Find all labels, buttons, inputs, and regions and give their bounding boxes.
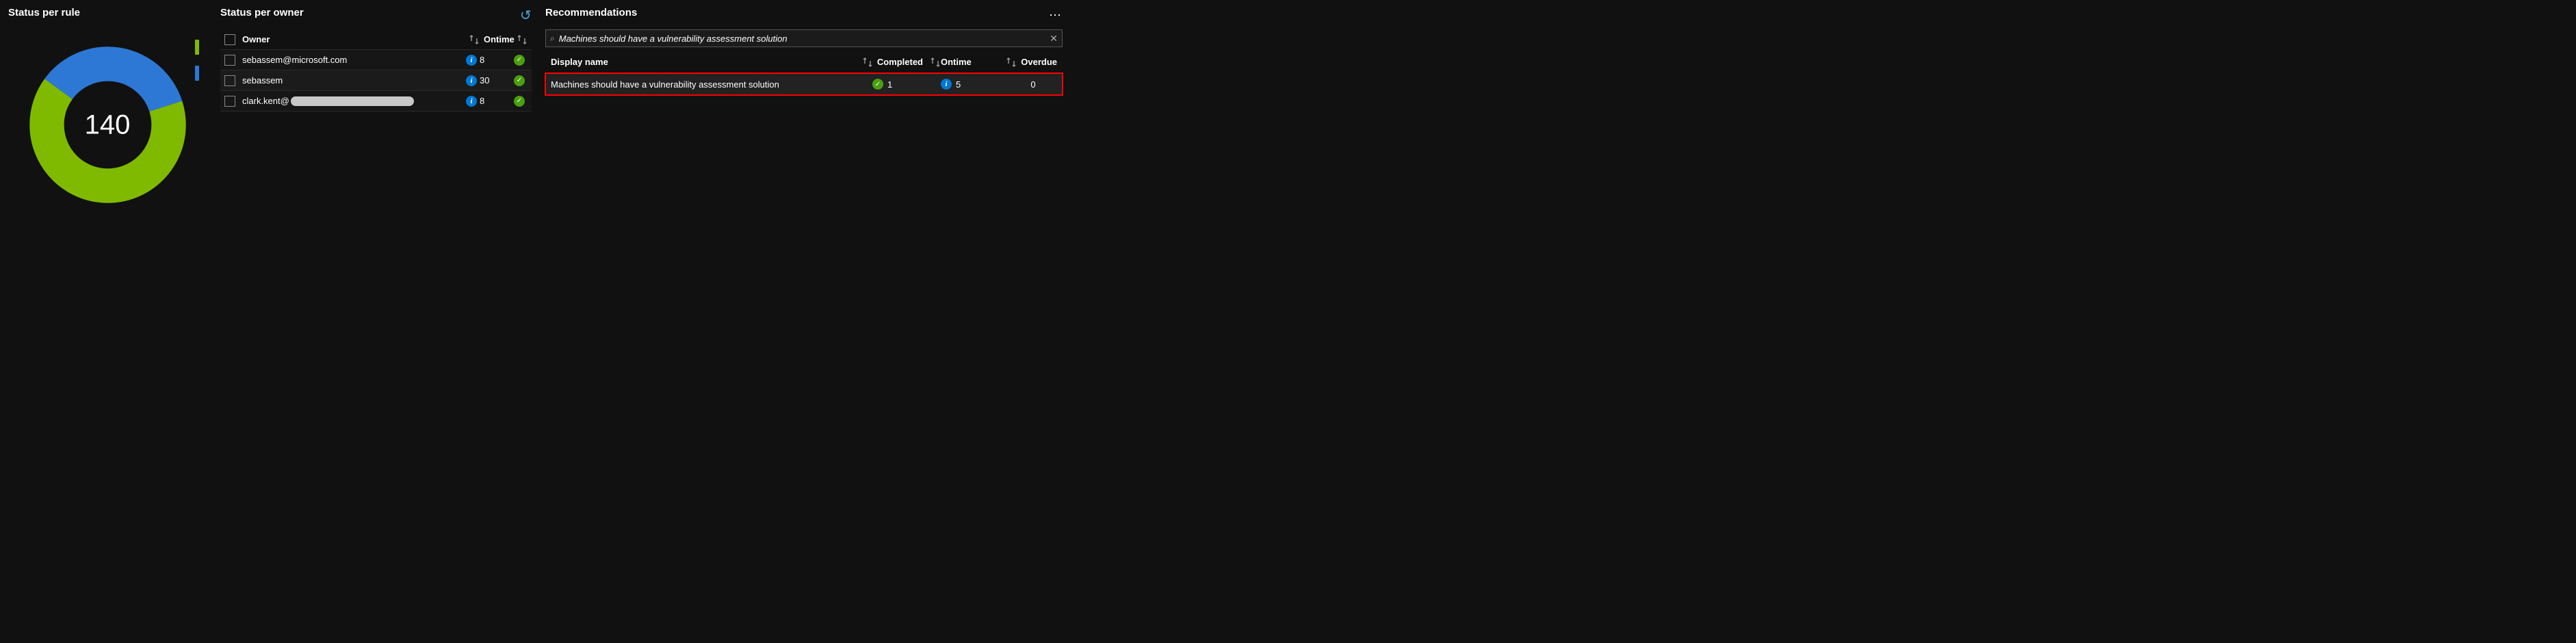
- rec-name: Machines should have a vulnerability ass…: [551, 79, 779, 90]
- checkbox-all-owners[interactable]: [224, 34, 235, 45]
- title-status-per-owner: Status per owner: [220, 7, 304, 18]
- header-display-name[interactable]: Display name: [551, 57, 608, 67]
- ontime-value: 30: [480, 75, 489, 86]
- owner-row[interactable]: sebassem@microsoft.com i 8 ✓: [220, 50, 532, 70]
- completed-value: 1: [887, 79, 892, 90]
- title-recommendations: Recommendations: [545, 7, 637, 18]
- check-icon: ✓: [872, 79, 883, 90]
- owner-row[interactable]: clark.kent@ i 8 ✓: [220, 91, 532, 111]
- header-completed[interactable]: Completed: [877, 57, 923, 67]
- ontime-value: 5: [956, 79, 961, 90]
- overdue-value: 0: [1030, 79, 1035, 90]
- header-ontime[interactable]: Ontime: [484, 34, 515, 44]
- recommendations-header: Display name Completed Ontime Overdue: [545, 51, 1063, 73]
- check-icon: ✓: [514, 55, 525, 66]
- ontime-value: 8: [480, 55, 484, 65]
- header-owner[interactable]: Owner: [242, 34, 270, 44]
- donut-chart: 140: [27, 44, 188, 205]
- info-icon: i: [466, 75, 477, 86]
- panel-status-per-rule: Status per rule 140: [8, 7, 207, 249]
- info-icon: i: [466, 55, 477, 66]
- info-icon: i: [941, 79, 952, 90]
- header-ontime2[interactable]: Ontime: [941, 57, 972, 67]
- owner-table-header: Owner Ontime O: [220, 29, 532, 50]
- check-icon: ✓: [514, 96, 525, 107]
- masked-text: [291, 96, 414, 106]
- check-icon: ✓: [514, 75, 525, 86]
- owner-row[interactable]: sebassem i 30 ✓: [220, 70, 532, 91]
- sort-icon[interactable]: [930, 57, 941, 68]
- title-status-per-rule: Status per rule: [8, 7, 207, 18]
- ontime-value: 8: [480, 96, 484, 106]
- search-box[interactable]: ⌕ ✕: [545, 29, 1063, 47]
- recommendation-row[interactable]: Machines should have a vulnerability ass…: [545, 73, 1063, 95]
- legend-blue: [195, 66, 199, 81]
- panel-status-per-owner: Status per owner ↻ Owner Ontime O: [220, 7, 532, 249]
- owner-table: Owner Ontime O sebassem@microsoft.com i: [220, 29, 532, 111]
- sort-icon[interactable]: [862, 57, 873, 68]
- panel-recommendations: Recommendations ⋯ ⌕ ✕ Display name Compl…: [545, 7, 1063, 249]
- legend-bars: [195, 40, 199, 81]
- more-icon[interactable]: ⋯: [1049, 8, 1063, 23]
- sort-icon[interactable]: [517, 34, 528, 45]
- donut-center-value: 140: [85, 109, 131, 140]
- undo-icon[interactable]: ↻: [520, 7, 532, 24]
- owner-name: clark.kent@: [242, 96, 289, 106]
- header-overdue[interactable]: Overdue: [1021, 57, 1057, 67]
- info-icon: i: [466, 96, 477, 107]
- checkbox-row[interactable]: [224, 75, 235, 86]
- checkbox-row[interactable]: [224, 96, 235, 107]
- search-icon: ⌕: [550, 34, 555, 44]
- owner-name: sebassem@microsoft.com: [242, 55, 347, 65]
- clear-search-icon[interactable]: ✕: [1050, 33, 1058, 44]
- sort-icon[interactable]: [469, 34, 480, 45]
- sort-icon[interactable]: [1006, 57, 1017, 68]
- checkbox-row[interactable]: [224, 55, 235, 66]
- search-input[interactable]: [555, 34, 1050, 44]
- owner-name: sebassem: [242, 75, 283, 86]
- legend-green: [195, 40, 199, 55]
